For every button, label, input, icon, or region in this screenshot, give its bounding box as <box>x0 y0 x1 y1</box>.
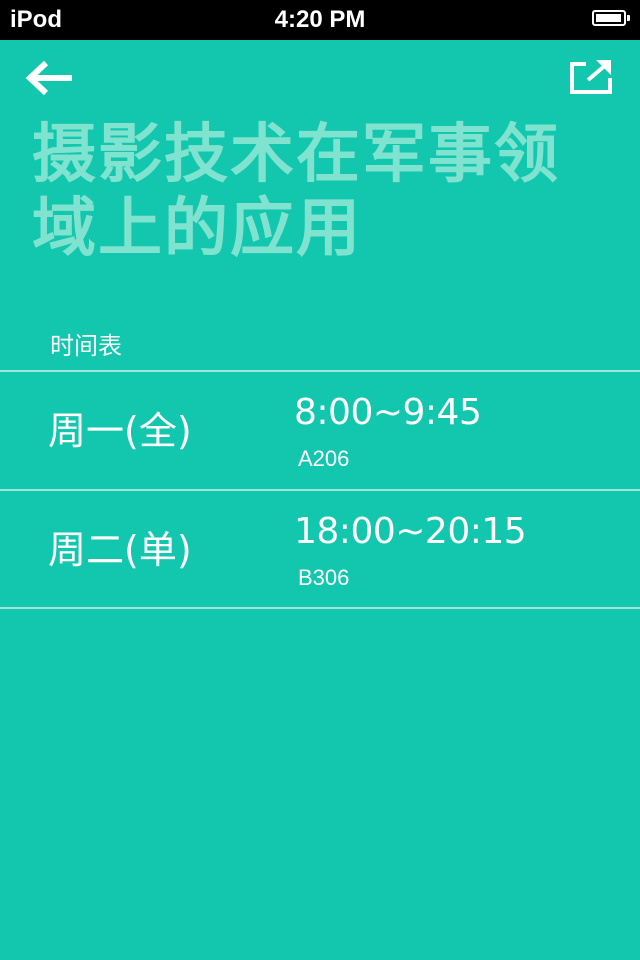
time-range: 8:00~9:45 <box>294 392 482 433</box>
battery-tip <box>627 15 630 21</box>
battery-icon <box>592 10 626 26</box>
share-button[interactable] <box>564 56 616 100</box>
divider <box>0 607 640 609</box>
schedule-row[interactable]: 周二(单) 18:00~20:15 B306 <box>0 491 640 609</box>
time-range: 18:00~20:15 <box>294 511 527 552</box>
battery-level <box>596 14 621 22</box>
course-title: 摄影技术在军事领域上的应用 <box>32 118 560 266</box>
day-label: 周二(单) <box>48 528 192 572</box>
arrow-left-icon <box>25 60 72 96</box>
day-label: 周一(全) <box>48 409 192 453</box>
room-label: A206 <box>298 446 350 471</box>
share-icon <box>570 60 612 94</box>
back-button[interactable] <box>22 58 78 98</box>
schedule-header: 时间表 <box>50 332 122 360</box>
schedule-row[interactable]: 周一(全) 8:00~9:45 A206 <box>0 372 640 490</box>
status-time: 4:20 PM <box>274 6 366 33</box>
room-label: B306 <box>298 565 350 590</box>
status-bar: iPod 4:20 PM <box>0 0 640 40</box>
